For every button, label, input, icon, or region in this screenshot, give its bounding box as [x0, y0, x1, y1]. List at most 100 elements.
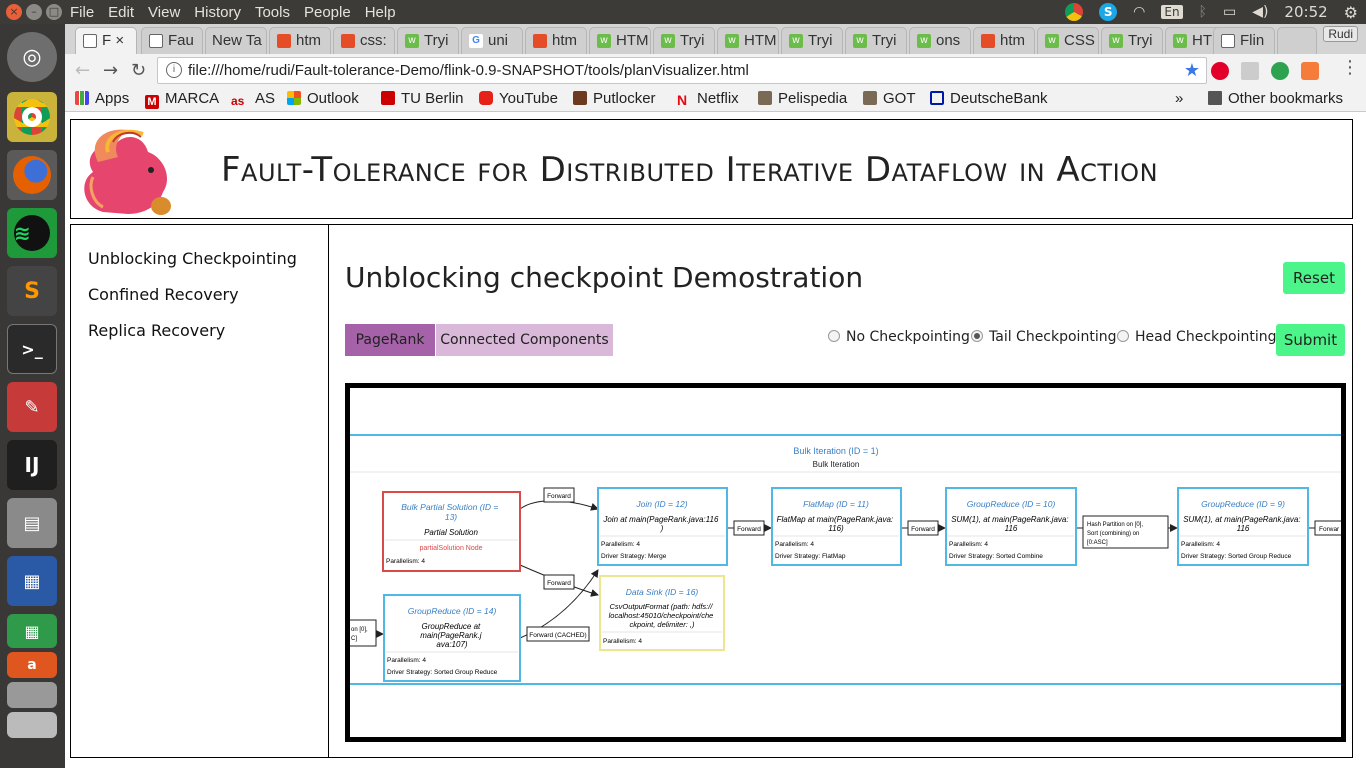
- chrome-tray-icon[interactable]: [1065, 3, 1084, 21]
- bookmark-star-icon[interactable]: ★: [1184, 60, 1200, 81]
- reload-icon[interactable]: ↻: [131, 60, 146, 81]
- nav-unblocking-checkpointing[interactable]: Unblocking Checkpointing: [88, 249, 297, 268]
- node-flatmap[interactable]: FlatMap (ID = 11) FlatMap at main(PageRa…: [771, 487, 902, 566]
- bluetooth-icon[interactable]: ᛒ: [1199, 4, 1207, 20]
- submit-button[interactable]: Submit: [1276, 324, 1345, 356]
- bookmarks-overflow-icon[interactable]: »: [1175, 90, 1183, 107]
- radio-button[interactable]: [828, 330, 840, 342]
- info-icon[interactable]: i: [166, 62, 182, 78]
- clock[interactable]: 20:52: [1284, 3, 1327, 21]
- opera-extension-icon[interactable]: [1211, 62, 1229, 80]
- window-maximize-icon[interactable]: □: [46, 4, 62, 20]
- tab-connected-components[interactable]: Connected Components: [436, 324, 613, 356]
- bookmark-netflix[interactable]: N Netflix: [677, 90, 739, 107]
- tab[interactable]: css:: [333, 27, 395, 54]
- window-minimize-icon[interactable]: –: [26, 4, 42, 20]
- calc-launcher-icon[interactable]: ▦: [7, 614, 57, 648]
- tab[interactable]: w CSS: [1037, 27, 1099, 54]
- amazon-launcher-icon[interactable]: a: [7, 652, 57, 678]
- bookmark-got[interactable]: GOT: [863, 90, 916, 107]
- wifi-icon[interactable]: ◠: [1133, 4, 1145, 20]
- nav-confined-recovery[interactable]: Confined Recovery: [88, 285, 239, 304]
- menu-edit[interactable]: Edit: [108, 4, 134, 21]
- bookmark-youtube[interactable]: YouTube: [479, 90, 558, 107]
- bookmark-pelispedia[interactable]: Pelispedia: [758, 90, 847, 107]
- tab-close-icon[interactable]: ×: [115, 32, 124, 49]
- tab[interactable]: w HTM: [717, 27, 779, 54]
- tab[interactable]: w Tryi: [653, 27, 715, 54]
- terminal-launcher-icon[interactable]: >_: [7, 324, 57, 374]
- tab[interactable]: htm: [269, 27, 331, 54]
- intellij-launcher-icon[interactable]: IJ: [7, 440, 57, 490]
- tab[interactable]: w ons: [909, 27, 971, 54]
- battery-icon[interactable]: ▭: [1223, 4, 1236, 20]
- radio-head-checkpointing[interactable]: Head Checkpointing: [1117, 329, 1276, 345]
- bookmark-outlook[interactable]: Outlook: [287, 90, 359, 107]
- tab[interactable]: htm: [973, 27, 1035, 54]
- new-tab-button[interactable]: [1277, 27, 1317, 54]
- writer-launcher-icon[interactable]: ▦: [7, 556, 57, 606]
- launcher-item-icon[interactable]: [7, 682, 57, 708]
- menu-view[interactable]: View: [148, 4, 180, 21]
- firefox-launcher-icon[interactable]: [7, 150, 57, 200]
- tab[interactable]: w HTM: [589, 27, 651, 54]
- menu-history[interactable]: History: [194, 4, 241, 21]
- pdf-viewer-launcher-icon[interactable]: ✎: [7, 382, 57, 432]
- radio-no-checkpointing[interactable]: No Checkpointing: [828, 329, 970, 345]
- volume-icon[interactable]: ◀): [1252, 4, 1268, 20]
- menu-people[interactable]: People: [304, 4, 351, 21]
- sublime-launcher-icon[interactable]: S: [7, 266, 57, 316]
- tab[interactable]: New Ta: [205, 27, 267, 54]
- tab-pagerank[interactable]: PageRank: [345, 324, 435, 356]
- tab[interactable]: w Tryi: [845, 27, 907, 54]
- tab[interactable]: Fau: [141, 27, 203, 54]
- radio-tail-checkpointing[interactable]: Tail Checkpointing: [971, 329, 1116, 345]
- back-arrow-icon[interactable]: ←: [75, 60, 90, 81]
- bookmark-marca[interactable]: M MARCA: [145, 90, 219, 109]
- menu-help[interactable]: Help: [365, 4, 396, 21]
- tab-active[interactable]: F ×: [75, 27, 137, 54]
- nav-replica-recovery[interactable]: Replica Recovery: [88, 321, 225, 340]
- extension-icon[interactable]: [1301, 62, 1319, 80]
- tab[interactable]: htm: [525, 27, 587, 54]
- node-data-sink[interactable]: Data Sink (ID = 16) CsvOutputFormat (pat…: [599, 575, 725, 651]
- menu-file[interactable]: File: [70, 4, 94, 21]
- node-groupreduce-14[interactable]: GroupReduce (ID = 14) GroupReduce at mai…: [383, 594, 521, 682]
- tab[interactable]: Guni: [461, 27, 523, 54]
- bookmark-apps[interactable]: Apps: [75, 90, 129, 107]
- plan-visualizer-canvas[interactable]: Bulk Iteration (ID = 1) Bulk Iteration F…: [345, 383, 1346, 742]
- radio-button-checked[interactable]: [971, 330, 983, 342]
- node-bulk-partial-solution[interactable]: Bulk Partial Solution (ID = 13) Partial …: [382, 491, 521, 572]
- tab[interactable]: Flin: [1213, 27, 1275, 54]
- node-groupreduce-9[interactable]: GroupReduce (ID = 9) SUM(1), at main(Pag…: [1177, 487, 1309, 566]
- reset-button[interactable]: Reset: [1283, 262, 1345, 294]
- trash-launcher-icon[interactable]: [7, 712, 57, 738]
- bookmark-putlocker[interactable]: Putlocker: [573, 90, 656, 107]
- file-cabinet-launcher-icon[interactable]: ▤: [7, 498, 57, 548]
- keyboard-layout-indicator[interactable]: En: [1161, 5, 1183, 19]
- node-groupreduce-10[interactable]: GroupReduce (ID = 10) SUM(1), at main(Pa…: [945, 487, 1077, 566]
- window-close-icon[interactable]: ×: [6, 4, 22, 20]
- chrome-launcher-icon[interactable]: [7, 92, 57, 142]
- bookmark-as[interactable]: as AS: [231, 90, 275, 108]
- tab[interactable]: w Tryi: [1101, 27, 1163, 54]
- profile-button[interactable]: Rudi: [1323, 26, 1358, 42]
- execution-plan-graph[interactable]: Bulk Iteration (ID = 1) Bulk Iteration F…: [350, 388, 1341, 737]
- menu-tools[interactable]: Tools: [255, 4, 290, 21]
- bookmark-deutschebank[interactable]: DeutscheBank: [930, 90, 1048, 107]
- ubuntu-dash-icon[interactable]: ◎: [7, 32, 57, 82]
- bookmark-tu-berlin[interactable]: TU Berlin: [381, 90, 464, 107]
- grammarly-extension-icon[interactable]: [1271, 62, 1289, 80]
- skype-tray-icon[interactable]: S: [1099, 3, 1118, 21]
- node-join[interactable]: Join (ID = 12) Join at main(PageRank.jav…: [597, 487, 728, 566]
- radio-button[interactable]: [1117, 330, 1129, 342]
- address-bar[interactable]: i file:///home/rudi/Fault-tolerance-Demo…: [157, 57, 1207, 84]
- forward-arrow-icon[interactable]: →: [103, 60, 118, 81]
- page-extension-icon[interactable]: [1241, 62, 1259, 80]
- chrome-menu-icon[interactable]: ⋮: [1341, 57, 1359, 78]
- tab[interactable]: w Tryi: [781, 27, 843, 54]
- other-bookmarks[interactable]: Other bookmarks: [1208, 90, 1343, 107]
- tab[interactable]: w Tryi: [397, 27, 459, 54]
- settings-gear-icon[interactable]: ⚙: [1344, 3, 1358, 22]
- spotify-launcher-icon[interactable]: ≋: [7, 208, 57, 258]
